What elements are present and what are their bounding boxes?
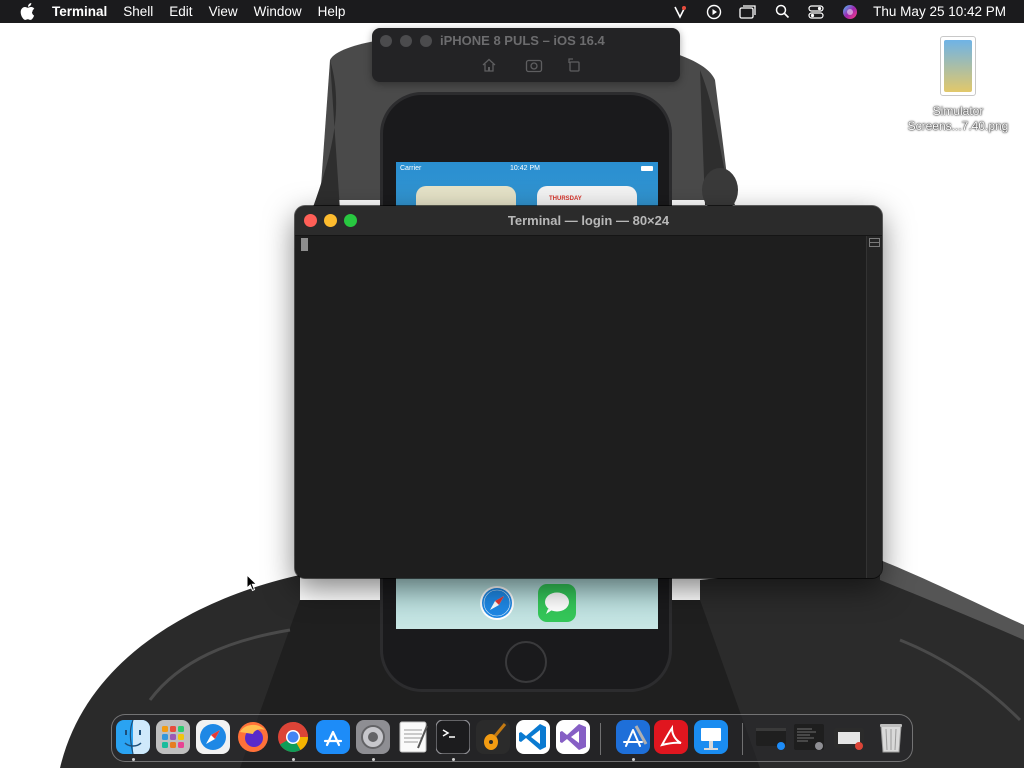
siri-icon[interactable] [841, 3, 859, 21]
simulator-title: iPHONE 8 PULS – iOS 16.4 [440, 33, 605, 48]
iphone-status-bar: Carrier 10:42 PM [396, 162, 658, 176]
menu-window[interactable]: Window [254, 4, 302, 19]
messages-icon[interactable] [538, 584, 576, 622]
terminal-title: Terminal — login — 80×24 [507, 213, 670, 228]
safari-icon[interactable] [480, 586, 514, 620]
carrier-label: Carrier [400, 165, 422, 172]
dock [111, 714, 913, 762]
rotate-icon[interactable] [566, 57, 584, 73]
menu-view[interactable]: View [209, 4, 238, 19]
dock-separator [600, 723, 601, 755]
dock-trash-icon[interactable] [874, 720, 908, 754]
dock-running-indicator [632, 758, 635, 761]
dock-recent-window-thumb-1[interactable] [754, 720, 788, 754]
dock-running-indicator [452, 758, 455, 761]
dock-recent-window-thumb-3[interactable] [832, 720, 866, 754]
battery-icon [641, 166, 653, 171]
terminal-scrollbar[interactable] [866, 236, 882, 578]
dock-vscode-icon[interactable] [516, 720, 550, 754]
dock-recent-window-thumb-2[interactable] [792, 720, 826, 754]
dock-launchpad-icon[interactable] [156, 720, 190, 754]
dock-finder-icon[interactable] [116, 720, 150, 754]
terminal-window[interactable]: Terminal — login — 80×24 [295, 206, 882, 578]
dock-firefox-icon[interactable] [236, 720, 270, 754]
dock-separator [742, 723, 743, 755]
menu-help[interactable]: Help [318, 4, 346, 19]
iphone-dock [396, 580, 658, 629]
home-icon[interactable] [481, 57, 499, 73]
menu-edit[interactable]: Edit [169, 4, 192, 19]
dock-safari-icon[interactable] [196, 720, 230, 754]
terminal-titlebar[interactable]: Terminal — login — 80×24 [295, 206, 882, 236]
menu-clock[interactable]: Thu May 25 10:42 PM [873, 4, 1006, 19]
dock-running-indicator [372, 758, 375, 761]
dock-keynote-icon[interactable] [694, 720, 728, 754]
terminal-cursor [301, 238, 308, 251]
simulator-zoom-button[interactable] [420, 35, 432, 47]
simulator-window-controls [380, 35, 432, 47]
dock-chrome-icon[interactable] [276, 720, 310, 754]
dock-acrobat-icon[interactable] [654, 720, 688, 754]
dock-system-preferences-icon[interactable] [356, 720, 390, 754]
screenshot-icon[interactable] [525, 57, 543, 73]
dock-textedit-icon[interactable] [396, 720, 430, 754]
simulator-titlebar[interactable]: iPHONE 8 PULS – iOS 16.4 [372, 28, 680, 82]
mouse-pointer-icon [246, 574, 258, 592]
menu-shell[interactable]: Shell [123, 4, 153, 19]
dock-terminal-icon[interactable] [436, 720, 470, 754]
apple-menu-icon[interactable] [18, 3, 36, 21]
dock-running-indicator [132, 758, 135, 761]
window-icon[interactable] [739, 3, 757, 21]
dock-visual-studio-icon[interactable] [556, 720, 590, 754]
dock-running-indicator [292, 758, 295, 761]
desktop: Terminal Shell Edit View Window Help Thu… [0, 0, 1024, 768]
terminal-content[interactable] [295, 236, 866, 578]
simulator-close-button[interactable] [380, 35, 392, 47]
split-pane-icon[interactable] [869, 238, 880, 247]
search-icon[interactable] [773, 3, 791, 21]
app-menu-terminal[interactable]: Terminal [52, 4, 107, 19]
dock-xcode-icon[interactable] [616, 720, 650, 754]
avast-icon[interactable] [671, 3, 689, 21]
desktop-file-screenshot[interactable]: Simulator Screens...7.40.png [900, 36, 1016, 136]
menu-bar: Terminal Shell Edit View Window Help Thu… [0, 0, 1024, 23]
dock-app-store-icon[interactable] [316, 720, 350, 754]
file-thumbnail [940, 36, 976, 96]
file-label-line1: Simulator [932, 104, 984, 118]
file-label-line2: Screens...7.40.png [907, 119, 1009, 133]
simulator-minimize-button[interactable] [400, 35, 412, 47]
iphone-home-button[interactable] [505, 641, 547, 683]
iphone-clock: 10:42 PM [510, 165, 540, 172]
play-icon[interactable] [705, 3, 723, 21]
control-center-icon[interactable] [807, 3, 825, 21]
dock-garageband-icon[interactable] [476, 720, 510, 754]
calendar-day: THURSDAY [549, 196, 582, 202]
